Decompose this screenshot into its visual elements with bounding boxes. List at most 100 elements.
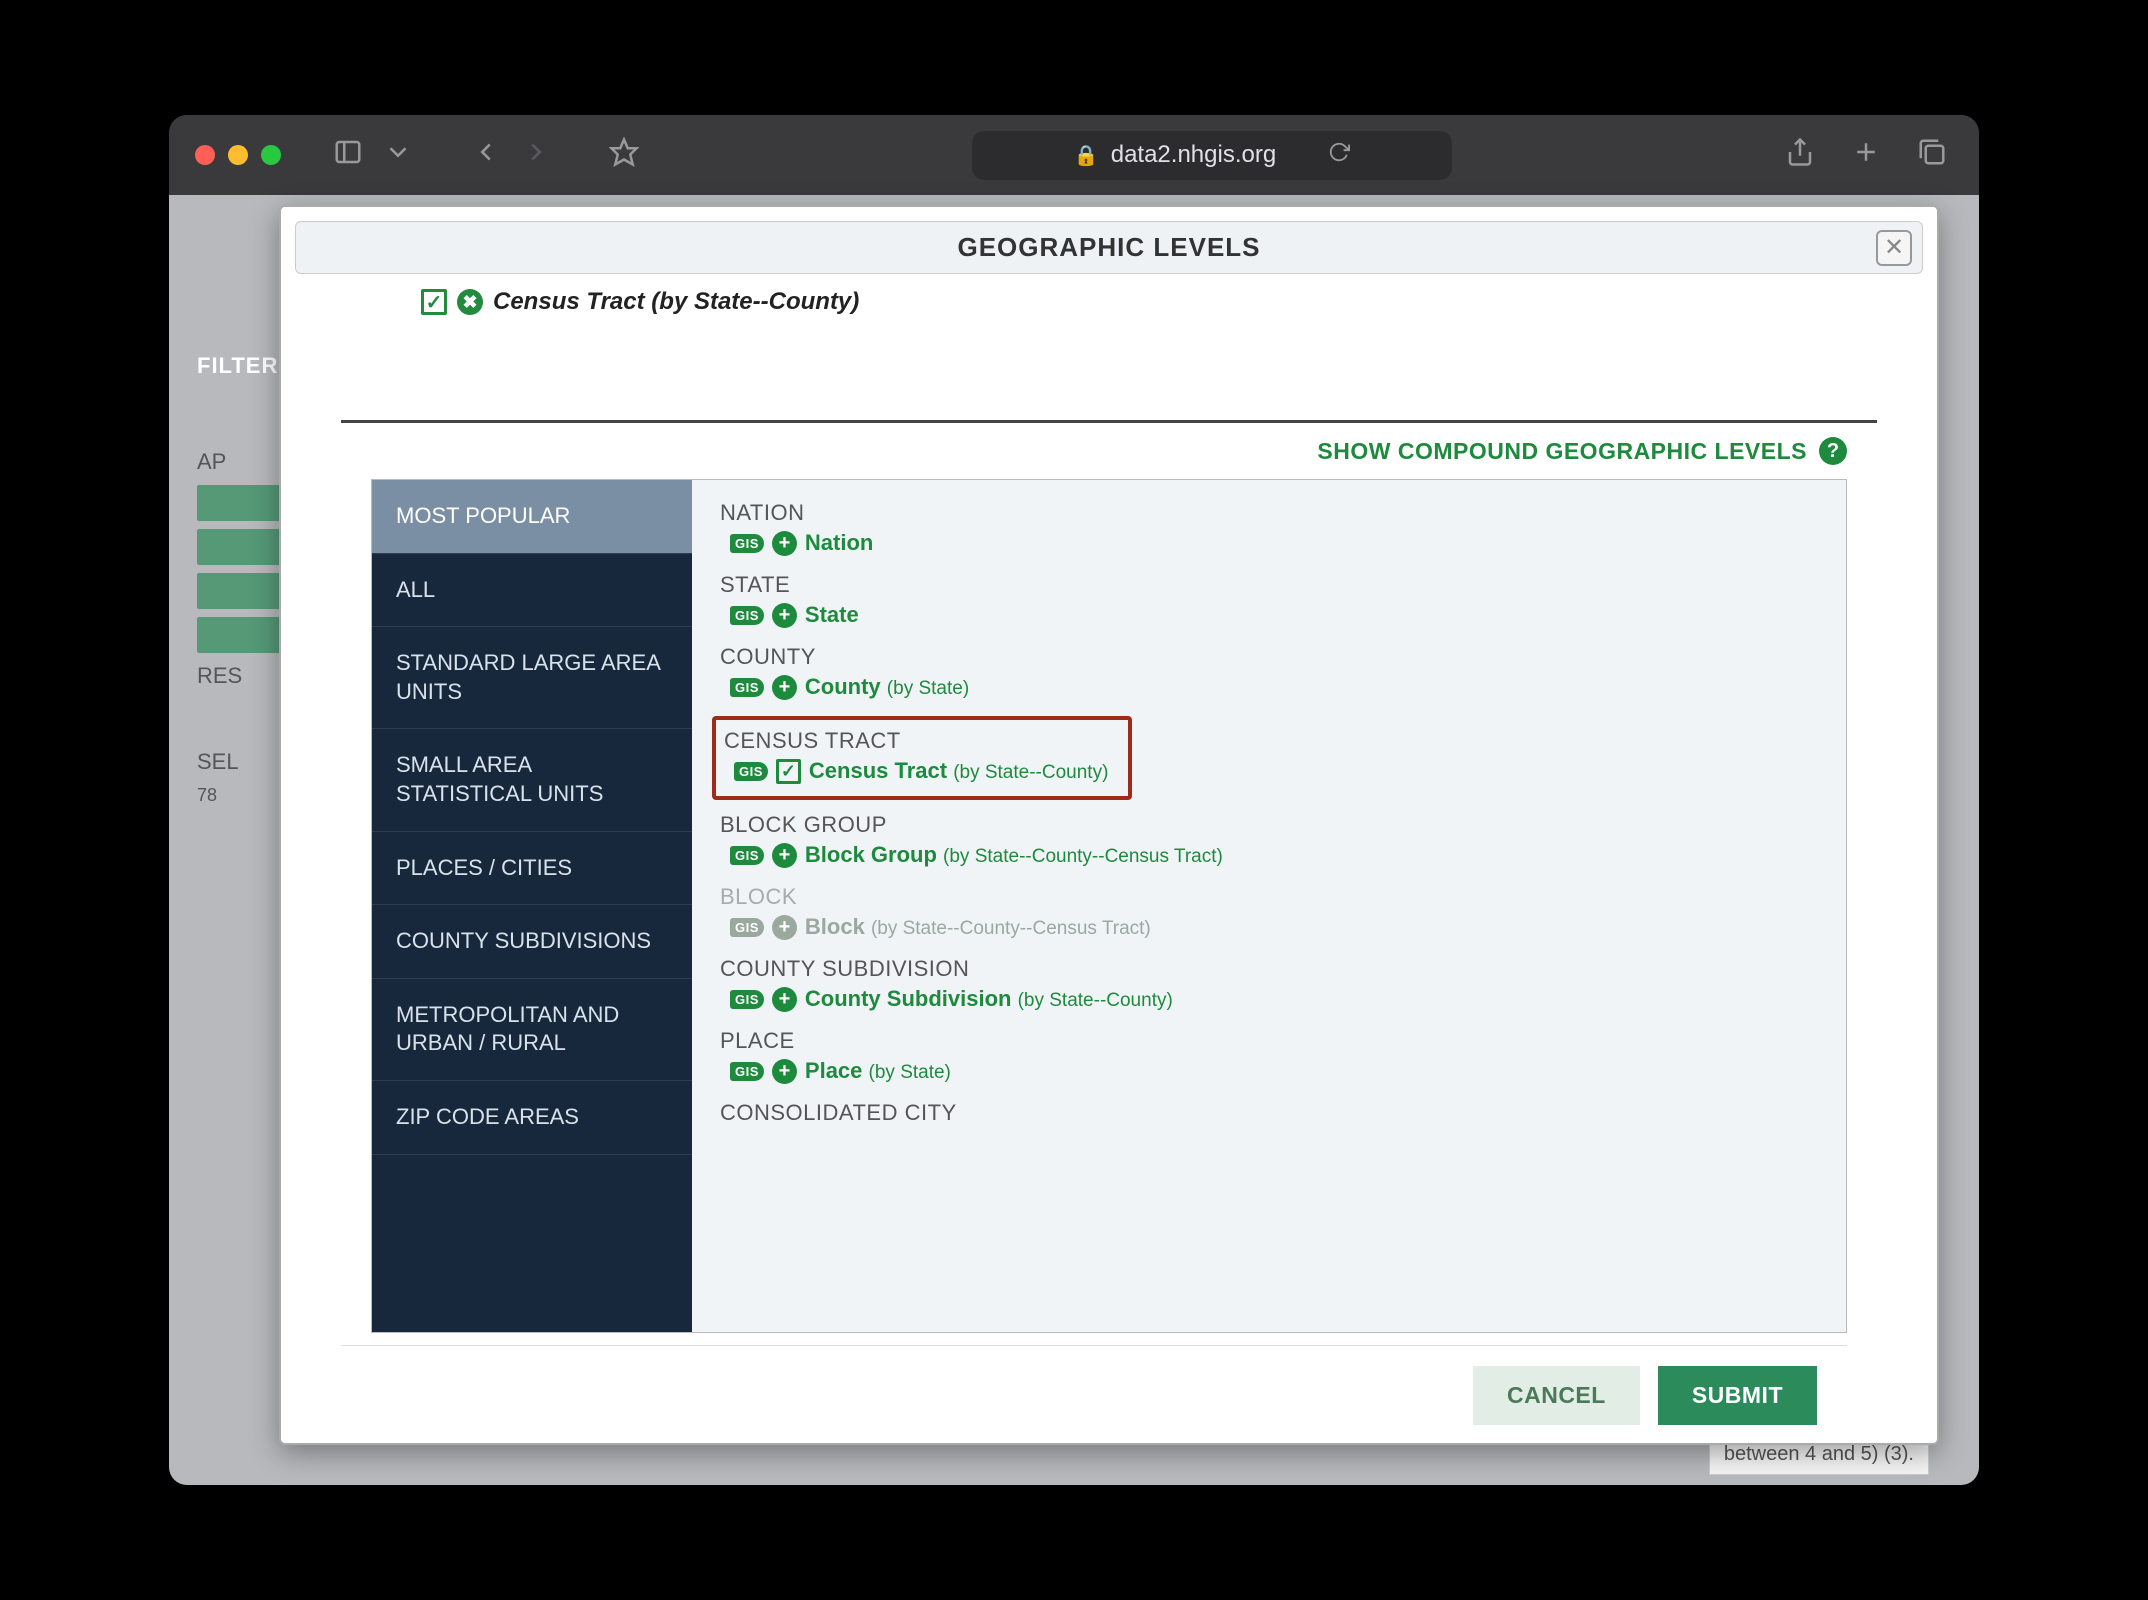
geo-level-link[interactable]: Place (by State) (805, 1058, 951, 1084)
category-item[interactable]: COUNTY SUBDIVISIONS (372, 905, 692, 979)
add-icon[interactable]: + (772, 531, 797, 556)
geo-level-row: GIS + County (by State) (720, 674, 1818, 700)
browser-window: 🔒 data2.nhgis.org FILTER AP (169, 115, 1979, 1485)
cancel-button[interactable]: CANCEL (1473, 1366, 1640, 1425)
geo-level-link: Block (by State--County--Census Tract) (805, 914, 1151, 940)
gis-badge-icon[interactable]: GIS (730, 846, 764, 865)
add-icon[interactable]: + (772, 843, 797, 868)
help-icon[interactable]: ? (1819, 437, 1847, 465)
geo-group-heading: BLOCK GROUP (720, 812, 1818, 838)
gis-badge-icon[interactable]: GIS (730, 678, 764, 697)
modal-body: MOST POPULARALLSTANDARD LARGE AREA UNITS… (371, 479, 1847, 1333)
add-icon[interactable]: + (772, 675, 797, 700)
geo-group: NATION GIS + Nation (720, 500, 1818, 556)
geo-level-sublabel: (by State--County--Census Tract) (943, 846, 1223, 867)
selected-filter-label: Census Tract (by State--County) (493, 288, 859, 316)
geo-group: CONSOLIDATED CITY (720, 1100, 1818, 1126)
address-bar[interactable]: 🔒 data2.nhgis.org (972, 131, 1452, 180)
geo-level-sublabel: (by State--County) (953, 762, 1108, 783)
lock-icon: 🔒 (1074, 143, 1099, 168)
geo-group-heading: NATION (720, 500, 1818, 526)
add-icon[interactable]: + (772, 1059, 797, 1084)
remove-selection-icon[interactable]: ✖ (457, 289, 483, 315)
geo-group: STATE GIS + State (720, 572, 1818, 628)
geo-level-sublabel: (by State--County--Census Tract) (871, 918, 1151, 939)
category-item[interactable]: ALL (372, 554, 692, 628)
gis-badge-icon[interactable]: GIS (730, 606, 764, 625)
geo-level-link[interactable]: Nation (805, 530, 873, 556)
close-modal-button[interactable]: ✕ (1876, 230, 1912, 266)
category-item[interactable]: SMALL AREA STATISTICAL UNITS (372, 729, 692, 831)
gis-badge-icon[interactable]: GIS (730, 918, 764, 937)
window-controls (195, 145, 281, 165)
category-item[interactable]: MOST POPULAR (372, 480, 692, 554)
geographic-levels-modal: GEOGRAPHIC LEVELS ✕ ✓ ✖ Census Tract (by… (279, 205, 1939, 1445)
geo-group-heading: CONSOLIDATED CITY (720, 1100, 1818, 1126)
geo-group-heading: COUNTY SUBDIVISION (720, 956, 1818, 982)
gis-badge-icon[interactable]: GIS (730, 990, 764, 1009)
geo-group: BLOCK GIS + Block (by State--County--Census… (720, 884, 1818, 940)
geo-level-link[interactable]: State (805, 602, 859, 628)
modal-title: GEOGRAPHIC LEVELS (957, 232, 1260, 263)
maximize-window-button[interactable] (261, 145, 281, 165)
titlebar: 🔒 data2.nhgis.org (169, 115, 1979, 195)
chevron-down-icon[interactable] (377, 131, 419, 180)
geo-level-sublabel: (by State) (887, 678, 969, 699)
geo-level-row: GIS + Block (by State--County--Census Trac… (720, 914, 1818, 940)
geo-group-heading: PLACE (720, 1028, 1818, 1054)
geo-group-heading: CENSUS TRACT (716, 728, 1128, 754)
geo-group: BLOCK GROUP GIS + Block Group (by State--Co… (720, 812, 1818, 868)
category-item[interactable]: ZIP CODE AREAS (372, 1081, 692, 1155)
show-compound-link[interactable]: SHOW COMPOUND GEOGRAPHIC LEVELS (1317, 438, 1807, 465)
geo-level-link[interactable]: Block Group (by State--County--Census Tr… (805, 842, 1223, 868)
add-icon[interactable]: + (772, 987, 797, 1012)
checkbox-checked-icon[interactable]: ✓ (421, 289, 447, 315)
gis-badge-icon[interactable]: GIS (730, 534, 764, 553)
geo-level-row: GIS + Place (by State) (720, 1058, 1818, 1084)
url-text: data2.nhgis.org (1111, 141, 1276, 169)
tabs-overview-icon[interactable] (1911, 131, 1953, 180)
share-icon[interactable] (1779, 131, 1821, 180)
compound-toggle-row: SHOW COMPOUND GEOGRAPHIC LEVELS ? (281, 423, 1937, 479)
category-sidebar: MOST POPULARALLSTANDARD LARGE AREA UNITS… (372, 480, 692, 1332)
geo-group-heading: BLOCK (720, 884, 1818, 910)
bookmark-star-icon[interactable] (603, 131, 645, 180)
category-item[interactable]: PLACES / CITIES (372, 832, 692, 906)
add-icon: + (772, 915, 797, 940)
category-item[interactable]: METROPOLITAN AND URBAN / RURAL (372, 979, 692, 1081)
geo-level-link[interactable]: Census Tract (by State--County) (809, 758, 1109, 784)
minimize-window-button[interactable] (228, 145, 248, 165)
geo-group: PLACE GIS + Place (by State) (720, 1028, 1818, 1084)
forward-button[interactable] (515, 131, 557, 180)
geo-level-link[interactable]: County (by State) (805, 674, 969, 700)
geo-group-heading: STATE (720, 572, 1818, 598)
submit-button[interactable]: SUBMIT (1658, 1366, 1817, 1425)
geo-group: COUNTY SUBDIVISION GIS + County Subdivision… (720, 956, 1818, 1012)
geo-level-row: GIS ✓ Census Tract (by State--County) (716, 758, 1128, 784)
category-item[interactable]: STANDARD LARGE AREA UNITS (372, 627, 692, 729)
selected-filter-row: ✓ ✖ Census Tract (by State--County) (281, 274, 1937, 330)
modal-header: GEOGRAPHIC LEVELS ✕ (295, 221, 1923, 274)
geo-group: COUNTY GIS + County (by State) (720, 644, 1818, 700)
geo-level-row: GIS + Block Group (by State--County--Censu… (720, 842, 1818, 868)
back-button[interactable] (465, 131, 507, 180)
geo-level-sublabel: (by State) (869, 1062, 951, 1083)
geo-level-row: GIS + State (720, 602, 1818, 628)
geo-level-row: GIS + Nation (720, 530, 1818, 556)
gis-badge-icon[interactable]: GIS (730, 1062, 764, 1081)
geo-group-heading: COUNTY (720, 644, 1818, 670)
add-icon[interactable]: + (772, 603, 797, 628)
geo-level-sublabel: (by State--County) (1018, 990, 1173, 1011)
checkbox-checked-icon[interactable]: ✓ (776, 759, 801, 784)
geo-level-list: NATION GIS + Nation STATE GIS + State COUNTY GI… (692, 480, 1846, 1332)
close-window-button[interactable] (195, 145, 215, 165)
reload-icon[interactable] (1328, 141, 1350, 170)
new-tab-icon[interactable] (1845, 131, 1887, 180)
sidebar-toggle-icon[interactable] (327, 131, 369, 180)
page-content: FILTER AP RES SEL 78 between 4 and 5) (3… (169, 195, 1979, 1485)
geo-level-row: GIS + County Subdivision (by State--County… (720, 986, 1818, 1012)
modal-footer: CANCEL SUBMIT (341, 1345, 1847, 1443)
gis-badge-icon[interactable]: GIS (734, 762, 768, 781)
geo-level-link[interactable]: County Subdivision (by State--County) (805, 986, 1173, 1012)
geo-group: CENSUS TRACT GIS ✓ Census Tract (by State--… (712, 716, 1132, 800)
